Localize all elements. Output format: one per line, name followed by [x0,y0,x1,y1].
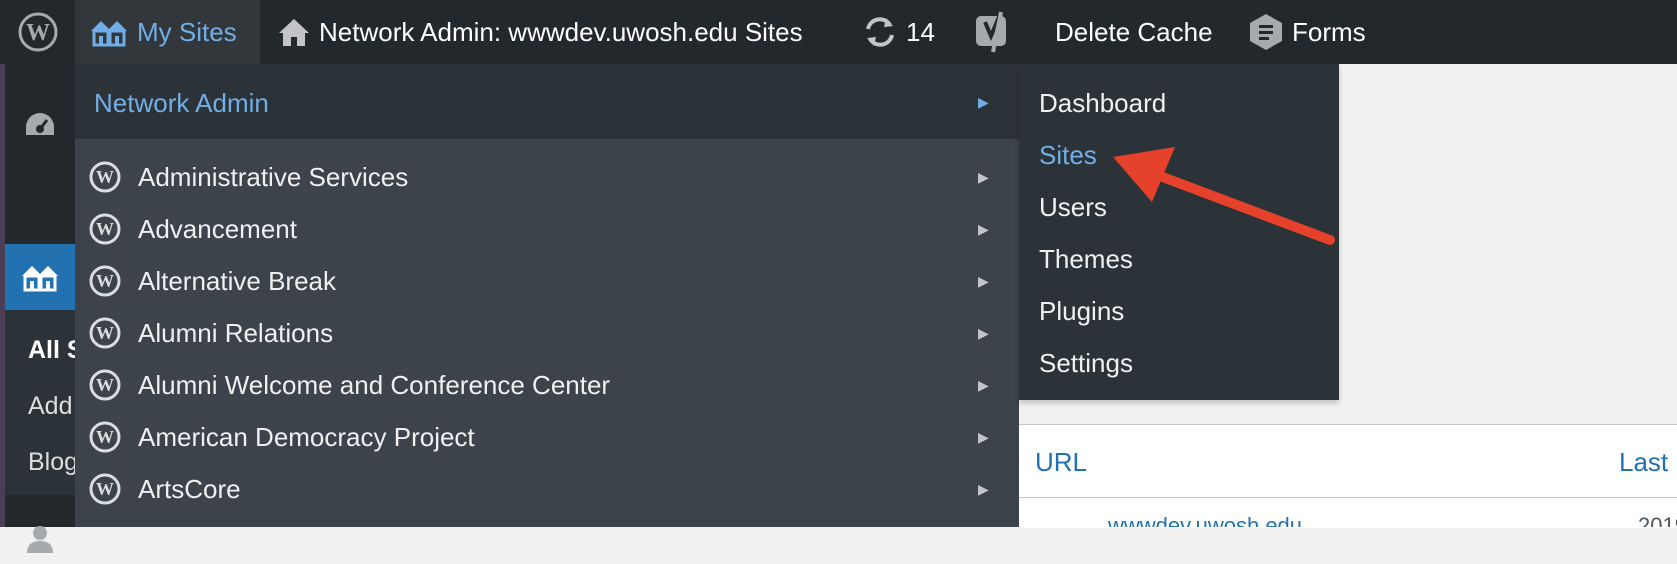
submenu-arrow-icon: ▶ [978,94,989,110]
yoast-seo-menu[interactable] [975,0,1011,64]
wordpress-icon: W [89,213,121,250]
delete-cache-button[interactable]: Delete Cache [1055,0,1213,64]
sidebar-item-users[interactable] [5,514,75,564]
network-admin-submenu: Dashboard Sites Users Themes Plugins Set… [1019,64,1339,400]
site-item[interactable]: W ArtsCore ▶ [75,463,1019,515]
forms-icon [1250,14,1282,50]
column-last-updated[interactable]: Last [1619,447,1668,478]
svg-text:W: W [96,323,114,343]
site-name: ArtsCore [138,474,241,504]
forms-menu[interactable]: Forms [1248,0,1366,64]
svg-text:W: W [96,375,114,395]
submenu-arrow-icon: ▶ [978,273,989,289]
site-name: Alumni Relations [138,318,334,348]
svg-text:W: W [26,20,50,46]
table-row-url[interactable]: wwwdev.uwosh.edu [1108,513,1308,527]
sidebar-item-sites[interactable] [5,244,75,310]
update-icon [866,17,894,47]
site-item[interactable]: W American Democracy Project ▶ [75,411,1019,463]
site-item[interactable]: W Advancement ▶ [75,203,1019,255]
wordpress-icon: W [89,421,121,458]
network-admin-menu-item[interactable]: Network Admin ▶ [75,64,1019,139]
submenu-dashboard[interactable]: Dashboard [1039,88,1166,119]
svg-text:W: W [96,271,114,291]
network-admin-menu-label: Network Admin [94,88,269,118]
my-sites-dropdown: Network Admin ▶ W Administrative Service… [75,64,1019,527]
dashboard-icon [26,113,54,135]
submenu-add-new[interactable]: Add New [28,392,75,421]
submenu-users[interactable]: Users [1039,192,1107,223]
sidebar-item-dashboard[interactable] [5,89,75,159]
submenu-arrow-icon: ▶ [978,429,989,445]
delete-cache-label: Delete Cache [1055,16,1213,47]
submenu-settings[interactable]: Settings [1039,348,1133,379]
wordpress-icon: W [89,161,121,198]
site-item[interactable]: W Alumni Relations ▶ [75,307,1019,359]
updates-count: 14 [906,16,935,47]
submenu-themes[interactable]: Themes [1039,244,1133,275]
network-admin-menu[interactable]: Network Admin: wwwdev.uwosh.edu Sites [277,0,803,64]
submenu-sites[interactable]: Sites [1039,140,1097,171]
site-name: Alternative Break [138,266,336,296]
submenu-plugins[interactable]: Plugins [1039,296,1124,327]
table-header: URL Last [1018,425,1677,498]
home-icon [279,19,309,46]
submenu-blogs[interactable]: Blogs [28,448,75,477]
svg-text:W: W [96,167,114,187]
updates-menu[interactable]: 14 [862,0,935,64]
my-sites-icon [91,15,127,47]
wordpress-icon: W [89,369,121,406]
wordpress-logo-menu[interactable]: W [0,0,75,64]
site-item[interactable]: W Alumni Welcome and Conference Center ▶ [75,359,1019,411]
site-name: Advancement [138,214,297,244]
site-name: American Democracy Project [138,422,475,452]
submenu-arrow-icon: ▶ [978,377,989,393]
submenu-arrow-icon: ▶ [978,221,989,237]
submenu-arrow-icon: ▶ [978,325,989,341]
svg-text:W: W [96,427,114,447]
site-name: Administrative Services [138,162,409,192]
my-sites-label: My Sites [137,16,237,47]
submenu-all-sites[interactable]: All Sites [28,336,75,365]
table-row-date: 2019 [1638,513,1677,527]
svg-text:W: W [96,219,114,239]
wordpress-icon: W [89,265,121,302]
wordpress-icon: W [89,473,121,510]
forms-label: Forms [1292,16,1366,47]
svg-text:W: W [96,479,114,499]
sites-table: URL Last wwwdev.uwosh.edu 2019 [1018,424,1677,528]
submenu-arrow-icon: ▶ [978,481,989,497]
network-admin-label: Network Admin: wwwdev.uwosh.edu Sites [319,16,803,47]
site-name: Alumni Welcome and Conference Center [138,370,611,400]
admin-sidebar: All Sites Add New Blogs [5,64,75,553]
site-item[interactable]: W Alternative Break ▶ [75,255,1019,307]
yoast-icon [976,11,1006,53]
submenu-arrow-icon: ▶ [978,169,989,185]
wordpress-icon: W [18,12,57,52]
user-icon [27,526,53,553]
sites-submenu: All Sites Add New Blogs [5,310,75,495]
column-url[interactable]: URL [1035,447,1087,478]
my-sites-menu[interactable]: My Sites [75,0,260,64]
site-item[interactable]: W Administrative Services ▶ [75,151,1019,203]
sites-icon [22,266,58,292]
wordpress-icon: W [89,317,121,354]
admin-bar: W My Sites Network Admin: wwwdev.uwosh.e… [0,0,1677,64]
